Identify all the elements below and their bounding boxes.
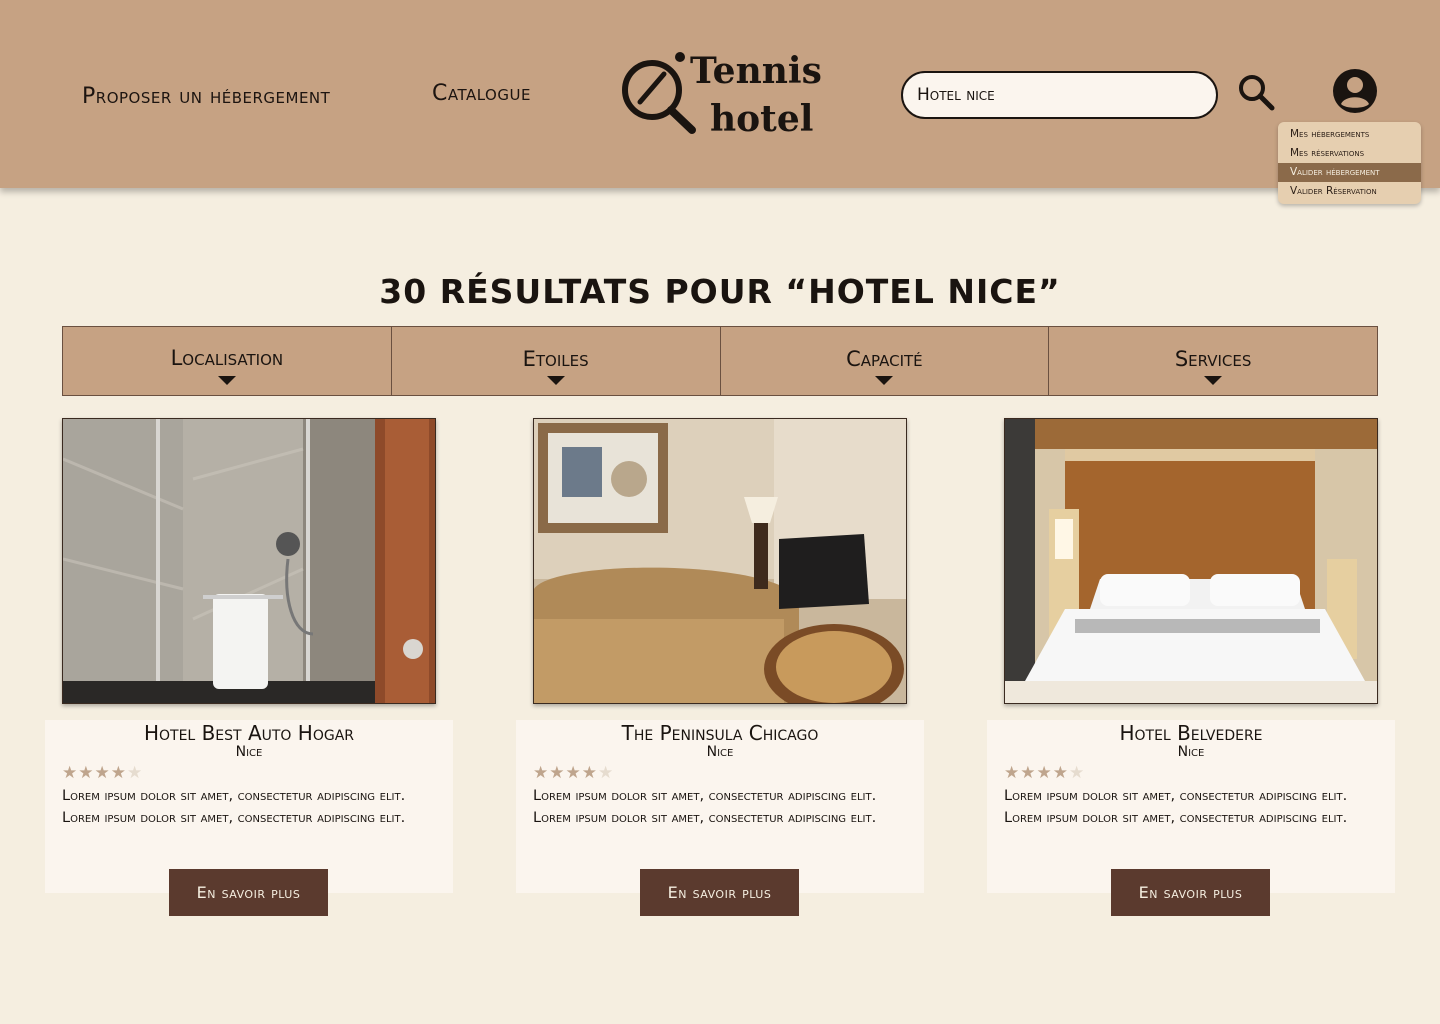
hotel-photo-bedroom[interactable] [1004,418,1378,704]
filter-capacite[interactable]: Capacité [720,327,1050,395]
hotel-description: Lorem ipsum dolor sit amet, consectetur … [533,788,877,826]
hotel-card-body: Hotel Best Auto Hogar Nice ★★★★★ Lorem i… [45,720,453,893]
learn-more-button[interactable]: En savoir plus [169,869,328,916]
bathroom-shower-photo [63,419,435,703]
star-icon: ★ [598,763,615,783]
hotel-photo-bathroom[interactable] [62,418,436,704]
learn-more-button[interactable]: En savoir plus [640,869,799,916]
star-icon: ★ [78,763,95,783]
bedroom-bed-photo [1005,419,1377,703]
hotel-description: Lorem ipsum dolor sit amet, consectetur … [62,788,406,826]
star-icon: ★ [549,763,566,783]
star-icon: ★ [581,763,598,783]
hotel-city: Nice [1177,744,1205,760]
caret-down-icon [1204,376,1223,385]
menu-item-mes-reservations[interactable]: Mes réservations [1278,144,1421,163]
star-icon: ★ [1052,763,1069,783]
filter-bar: Localisation Etoiles Capacité Services [62,326,1378,396]
hotel-name: Hotel Belvedere [1119,721,1263,745]
hotel-card-body: The Peninsula Chicago Nice ★★★★★ Lorem i… [516,720,924,893]
hotel-card-body: Hotel Belvedere Nice ★★★★★ Lorem ipsum d… [987,720,1395,893]
star-rating: ★★★★★ [62,763,143,783]
star-icon: ★ [1004,763,1021,783]
logo-text-hotel: hotel [710,98,814,140]
caret-down-icon [546,376,565,385]
site-header: Proposer un hébergement Catalogue Tennis… [0,0,1440,188]
search-input[interactable] [901,71,1218,119]
filter-etoiles[interactable]: Etoiles [391,327,721,395]
star-icon: ★ [533,763,550,783]
filter-label: Localisation [170,346,284,370]
star-icon: ★ [1036,763,1053,783]
filter-label: Capacité [846,347,923,371]
learn-more-button[interactable]: En savoir plus [1111,869,1270,916]
hotel-name: The Peninsula Chicago [621,721,819,745]
caret-down-icon [875,376,894,385]
star-icon: ★ [565,763,582,783]
star-rating: ★★★★★ [533,763,614,783]
search-button[interactable] [1236,72,1276,112]
star-rating: ★★★★★ [1004,763,1085,783]
menu-item-valider-hebergement[interactable]: Valider hébergement [1278,163,1421,182]
results-title: 30 RÉSULTATS POUR “HOTEL NICE” [379,272,1061,311]
star-icon: ★ [1020,763,1037,783]
filter-label: Services [1174,347,1252,371]
star-icon: ★ [1069,763,1086,783]
star-icon: ★ [94,763,111,783]
hotel-city: Nice [235,744,263,760]
menu-item-mes-hebergements[interactable]: Mes hébergements [1278,125,1421,144]
menu-item-valider-reservation[interactable]: Valider Réservation [1278,182,1421,201]
tennis-hotel-logo[interactable]: Tennis hotel [618,48,822,144]
hotel-photo-living-room[interactable] [533,418,907,704]
living-room-sofa-photo [534,419,906,703]
filter-services[interactable]: Services [1049,327,1377,395]
caret-down-icon [217,376,236,385]
star-icon: ★ [110,763,127,783]
filter-localisation[interactable]: Localisation [63,327,392,395]
filter-label: Etoiles [522,347,589,371]
account-dropdown-menu: Mes hébergements Mes réservations Valide… [1278,122,1421,204]
account-circle-icon [1333,69,1377,113]
star-icon: ★ [127,763,144,783]
nav-catalogue-link[interactable]: Catalogue [432,81,531,106]
search-icon [1239,75,1275,111]
hotel-city: Nice [706,744,734,760]
logo-text-tennis: Tennis [690,50,822,92]
star-icon: ★ [62,763,79,783]
nav-propose-accommodation-link[interactable]: Proposer un hébergement [82,84,330,109]
hotel-name: Hotel Best Auto Hogar [143,721,355,745]
hotel-description: Lorem ipsum dolor sit amet, consectetur … [1004,788,1348,826]
account-button[interactable] [1331,67,1379,115]
